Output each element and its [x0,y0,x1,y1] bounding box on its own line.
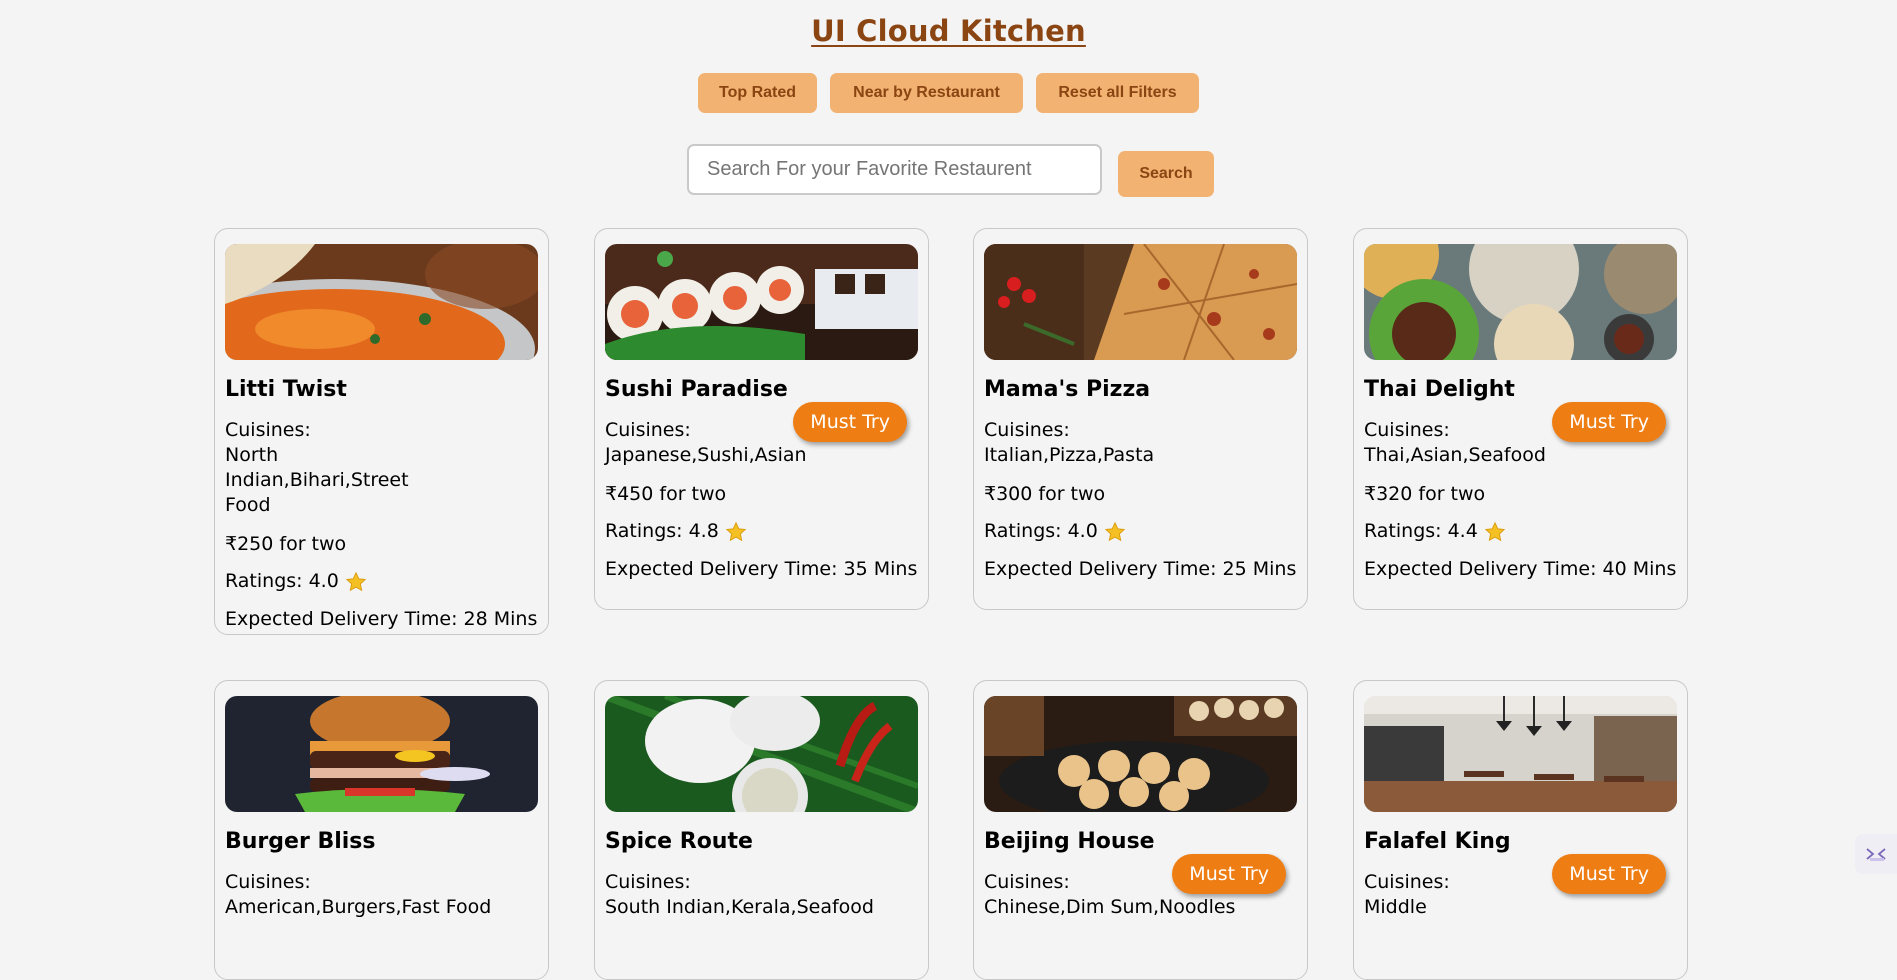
restaurant-name: Falafel King [1364,829,1511,854]
restaurant-name: Burger Bliss [225,829,376,854]
restaurant-card[interactable]: Spice Route Cuisines: South Indian,Keral… [594,680,929,980]
rating: Ratings: 4.8 [605,519,918,544]
cuisines-value: American,Burgers,Fast Food [225,896,492,918]
rating: Ratings: 4.4 [1364,519,1677,544]
cuisines-value: Thai,Asian,Seafood [1364,444,1546,466]
restaurant-name: Mama's Pizza [984,377,1151,402]
rating-text: Ratings: 4.0 [984,520,1098,542]
cuisines-value: South Indian,Kerala,Seafood [605,896,874,918]
restaurant-image [1364,244,1677,360]
search-button[interactable]: Search [1118,151,1214,197]
rating-text: Ratings: 4.4 [1364,520,1478,542]
delivery-time: Expected Delivery Time: 35 Mins [605,558,918,580]
cuisines-value: Middle [1364,896,1427,918]
rating-text: Ratings: 4.0 [225,570,339,592]
price-for-two: ₹250 for two [225,533,347,555]
cuisines-value: Japanese,Sushi,Asian [605,444,807,466]
restaurant-image [225,244,538,360]
restaurant-name: Sushi Paradise [605,377,788,402]
side-widget-icon[interactable] [1855,834,1897,874]
restaurant-image [984,696,1297,812]
delivery-time: Expected Delivery Time: 28 Mins [225,608,538,630]
cuisines-value: Italian,Pizza,Pasta [984,444,1155,466]
price-for-two: ₹300 for two [984,483,1106,505]
delivery-time: Expected Delivery Time: 25 Mins [984,558,1297,580]
restaurant-card[interactable]: Falafel King Cuisines: Middle Must Try [1353,680,1688,980]
restaurant-name: Spice Route [605,829,753,854]
must-try-badge[interactable]: Must Try [1172,854,1286,894]
search-input[interactable] [687,144,1102,195]
restaurant-name: Beijing House [984,829,1155,854]
filter-bar: Top Rated Near by Restaurant Reset all F… [0,73,1897,113]
must-try-badge[interactable]: Must Try [1552,854,1666,894]
star-icon [1104,521,1126,543]
nearby-restaurant-button[interactable]: Near by Restaurant [830,73,1023,113]
restaurant-name: Thai Delight [1364,377,1515,402]
cuisines-label: Cuisines: [225,871,311,893]
restaurant-card[interactable]: Sushi Paradise Cuisines: Japanese,Sushi,… [594,228,929,610]
star-icon [1484,521,1506,543]
restaurant-image [984,244,1297,360]
restaurant-image [605,696,918,812]
cuisines-label: Cuisines: [984,419,1070,441]
price-for-two: ₹450 for two [605,483,727,505]
top-rated-button[interactable]: Top Rated [698,73,817,113]
rating-text: Ratings: 4.8 [605,520,719,542]
restaurant-card[interactable]: Mama's Pizza Cuisines: Italian,Pizza,Pas… [973,228,1308,610]
restaurant-card[interactable]: Litti Twist Cuisines: North Indian,Bihar… [214,228,549,635]
restaurant-image [1364,696,1677,812]
cuisines-label: Cuisines: [225,419,311,441]
must-try-badge[interactable]: Must Try [1552,402,1666,442]
restaurant-card[interactable]: Thai Delight Cuisines: Thai,Asian,Seafoo… [1353,228,1688,610]
delivery-time: Expected Delivery Time: 40 Mins [1364,558,1677,580]
cuisines-label: Cuisines: [605,871,691,893]
star-icon [345,571,367,593]
restaurant-image [605,244,918,360]
cuisines-value: Chinese,Dim Sum,Noodles [984,896,1236,918]
restaurant-name: Litti Twist [225,377,347,402]
rating: Ratings: 4.0 [984,519,1297,544]
page-title: UI Cloud Kitchen [811,14,1086,48]
star-icon [725,521,747,543]
restaurant-card[interactable]: Beijing House Cuisines: Chinese,Dim Sum,… [973,680,1308,980]
must-try-badge[interactable]: Must Try [793,402,907,442]
cuisines-value: North Indian,Bihari,Street Food [225,444,409,516]
price-for-two: ₹320 for two [1364,483,1486,505]
reset-filters-button[interactable]: Reset all Filters [1036,73,1199,113]
restaurant-image [225,696,538,812]
rating: Ratings: 4.0 [225,569,538,594]
restaurant-card[interactable]: Burger Bliss Cuisines: American,Burgers,… [214,680,549,980]
